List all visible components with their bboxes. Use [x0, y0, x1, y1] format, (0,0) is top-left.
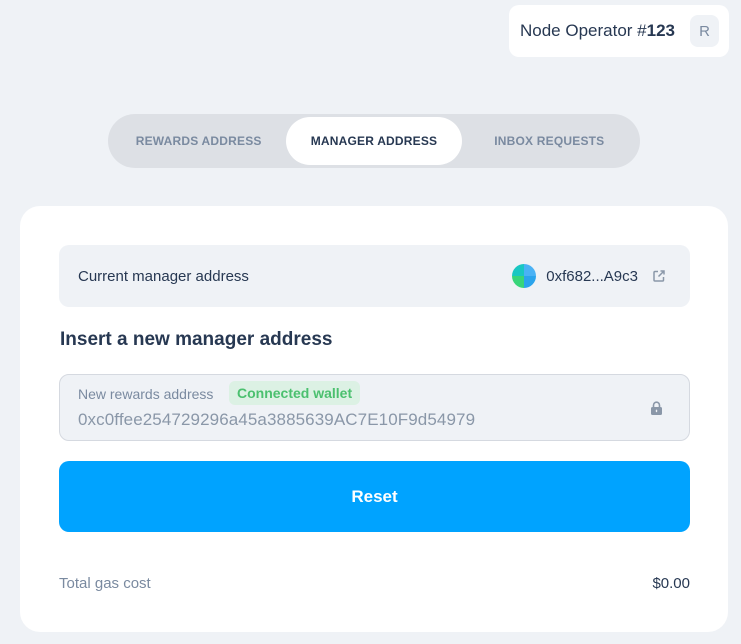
lock-icon [651, 401, 662, 415]
current-address-display: 0xf682...A9c3 [512, 264, 666, 288]
node-operator-label: Node Operator #123 [520, 21, 676, 40]
avatar[interactable]: R [690, 15, 719, 47]
new-address-field-label: New rewards address [78, 386, 214, 402]
current-manager-address-label: Current manager address [78, 267, 249, 285]
tab-manager-address[interactable]: MANAGER ADDRESS [286, 117, 462, 165]
connected-wallet-badge: Connected wallet [229, 381, 361, 405]
address-tabs: REWARDS ADDRESS MANAGER ADDRESS INBOX RE… [108, 114, 640, 168]
current-manager-address-row: Current manager address 0xf682...A9c3 [59, 245, 690, 307]
total-gas-cost-value: $0.00 [652, 575, 690, 592]
total-gas-cost-label: Total gas cost [59, 575, 151, 592]
tab-rewards-address[interactable]: REWARDS ADDRESS [111, 117, 286, 165]
node-operator-id: 123 [646, 21, 676, 40]
total-gas-cost-row: Total gas cost $0.00 [59, 575, 690, 592]
identicon-icon [512, 264, 537, 288]
new-address-value[interactable]: 0xc0ffee254729296a45a3885639AC7E10F9d549… [78, 410, 475, 430]
manager-address-card: Current manager address 0xf682...A9c3 In… [20, 206, 728, 632]
section-title: Insert a new manager address [60, 329, 333, 350]
current-address-text: 0xf682...A9c3 [546, 267, 638, 285]
tab-inbox-requests[interactable]: INBOX REQUESTS [462, 117, 637, 165]
external-link-icon[interactable] [652, 269, 666, 283]
new-address-field[interactable]: New rewards address Connected wallet 0xc… [59, 374, 690, 441]
reset-button[interactable]: Reset [59, 461, 690, 532]
node-operator-chip[interactable]: Node Operator #123 R [509, 5, 729, 57]
